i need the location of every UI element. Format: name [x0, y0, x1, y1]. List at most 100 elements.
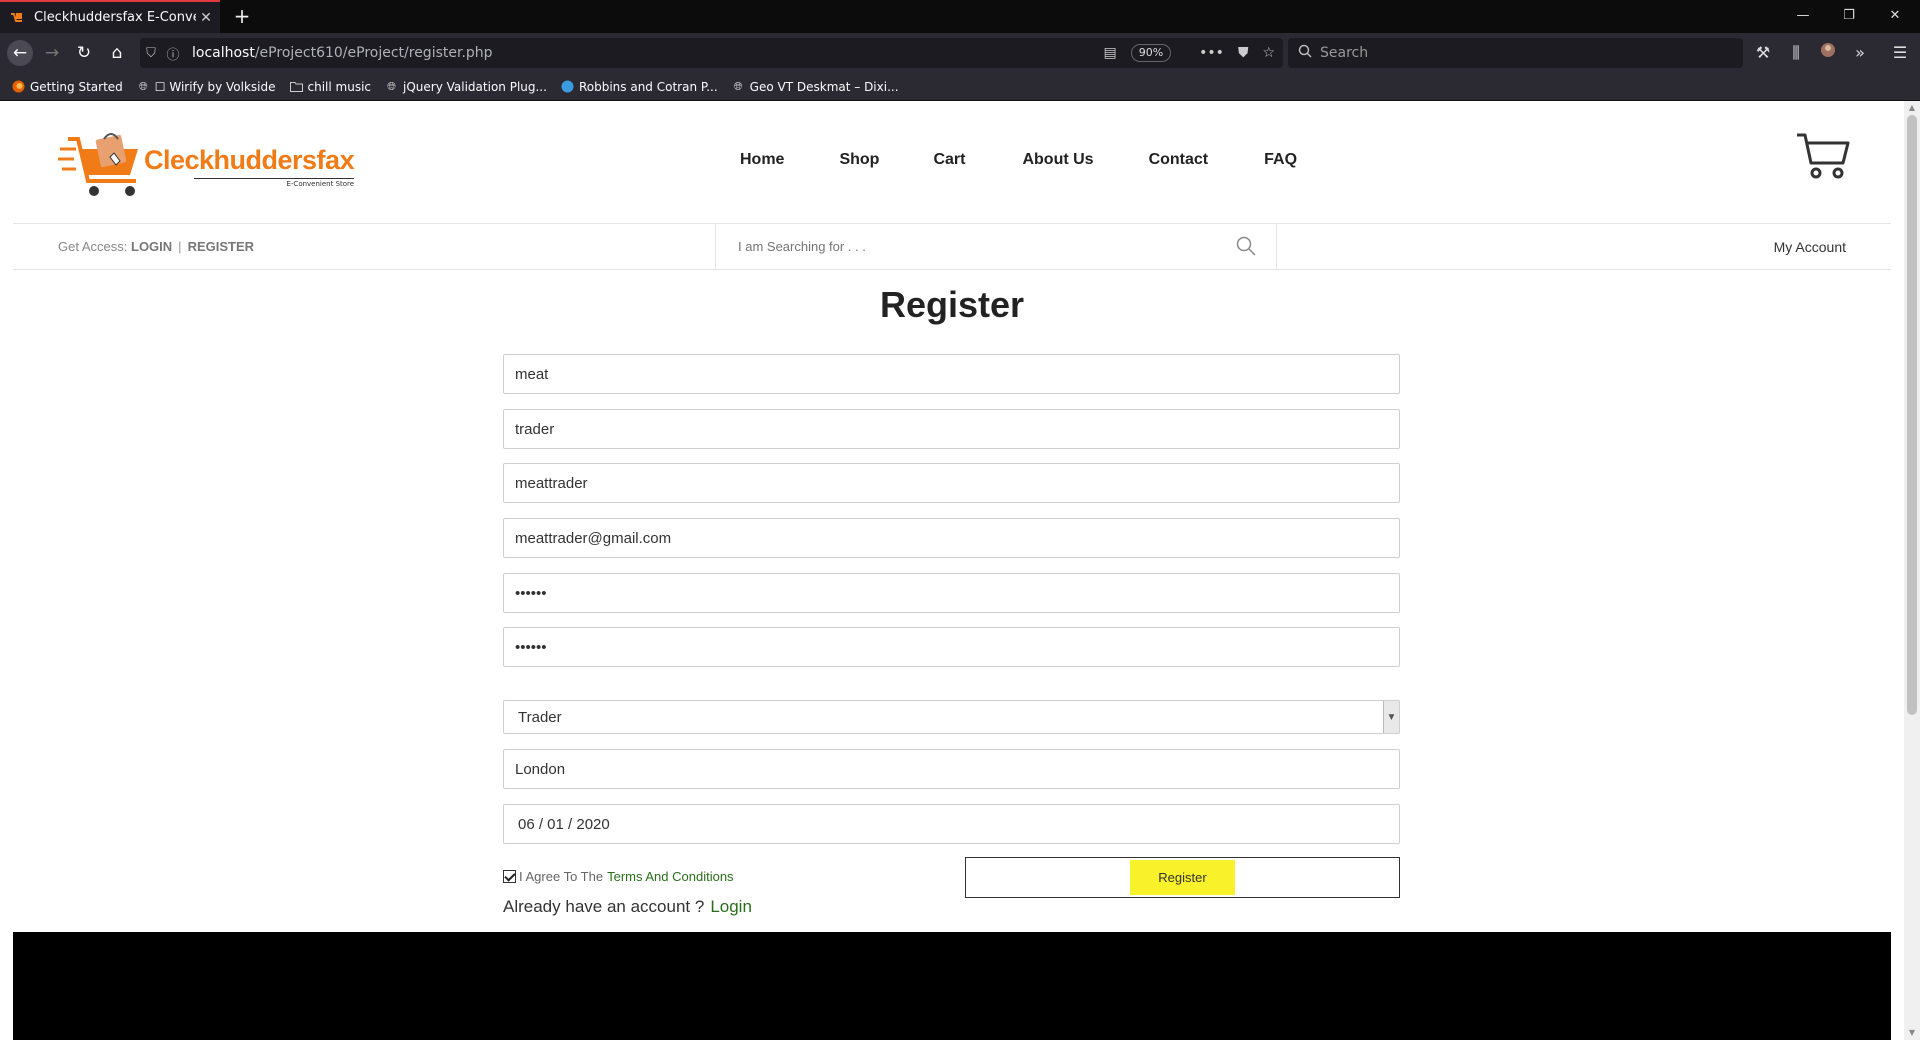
divider [715, 224, 716, 269]
already-have-account: Already have an account ? Login [503, 897, 752, 917]
city-input[interactable] [503, 749, 1400, 789]
bookmark-label: chill music [307, 79, 372, 94]
window-close-icon[interactable]: ✕ [1872, 0, 1918, 33]
register-button[interactable]: Register [965, 857, 1400, 898]
site-search [738, 224, 1278, 269]
browser-toolbar: ← → ↻ ⌂ ⛉ ⓘ localhost/eProject610/eProje… [0, 33, 1920, 73]
utility-bar: Get Access: LOGIN|REGISTER My Account [13, 223, 1891, 270]
bookmark-item[interactable]: 🌐︎ ☐ Wirify by Volkside [137, 80, 276, 94]
nav-cart[interactable]: Cart [933, 151, 965, 169]
bookmark-item[interactable]: 🌐︎ jQuery Validation Plug... [385, 80, 547, 94]
bookmark-item[interactable]: 🌐︎ Geo VT Deskmat – Dixi... [732, 80, 899, 94]
login-link[interactable]: Login [710, 897, 752, 916]
role-select[interactable]: Trader ▼ [503, 700, 1400, 734]
bookmark-folder[interactable]: chill music [289, 79, 372, 94]
shield-icon[interactable]: ⛉ [140, 46, 162, 61]
home-icon[interactable]: ⌂ [104, 40, 130, 66]
bookmark-item[interactable]: Robbins and Cotran P... [561, 80, 718, 94]
globe-icon: 🌐︎ [138, 79, 148, 93]
zoom-level[interactable]: 90% [1130, 44, 1172, 62]
browser-search-input[interactable]: Search [1288, 38, 1743, 68]
nav-faq[interactable]: FAQ [1264, 151, 1297, 169]
terms-agreement: I Agree To The Terms And Conditions [503, 869, 734, 884]
register-button-label: Register [1130, 860, 1235, 895]
pocket-icon[interactable]: ⛊ [1238, 45, 1249, 61]
password-input[interactable] [503, 573, 1400, 613]
web-page: Cleckhuddersfax E-Convenient Store Home … [0, 101, 1904, 1040]
browser-tab[interactable]: Cleckhuddersfax E-Convenient ✕ [0, 0, 220, 33]
date-input[interactable]: 06 / 01 / 2020 [503, 804, 1400, 844]
bookmarks-bar: Getting Started 🌐︎ ☐ Wirify by Volkside … [0, 73, 1920, 101]
firefox-icon [12, 80, 25, 93]
access-label: Get Access: [58, 239, 128, 254]
bookmark-label: Robbins and Cotran P... [578, 79, 718, 94]
account-avatar-icon[interactable] [1815, 40, 1841, 66]
search-icon[interactable] [1236, 236, 1256, 256]
agree-checkbox[interactable] [503, 870, 516, 883]
email-input[interactable] [503, 518, 1400, 558]
nav-contact[interactable]: Contact [1149, 151, 1209, 169]
nav-about-us[interactable]: About Us [1022, 151, 1093, 169]
tab-close-icon[interactable]: ✕ [196, 10, 216, 26]
main-nav: Home Shop Cart About Us Contact FAQ [740, 151, 1297, 169]
page-title: Register [879, 284, 1025, 325]
username-input[interactable] [503, 463, 1400, 503]
hamburger-menu-icon[interactable]: ☰ [1887, 40, 1913, 66]
overflow-chevrons-icon[interactable]: » [1847, 40, 1873, 66]
folder-icon [289, 80, 303, 93]
logo-tagline: E-Convenient Store [194, 177, 355, 188]
back-icon[interactable]: ← [7, 40, 33, 66]
wrench-icon[interactable]: ⚒ [1750, 40, 1776, 66]
site-search-input[interactable] [738, 239, 1218, 254]
chevron-down-icon[interactable]: ▼ [1383, 701, 1399, 733]
bookmark-star-icon[interactable]: ☆ [1262, 45, 1275, 61]
new-tab-icon[interactable]: + [230, 4, 254, 28]
my-account-link[interactable]: My Account [1774, 239, 1846, 255]
logo-name: Cleckhuddersfax [144, 144, 355, 175]
minimize-icon[interactable]: — [1780, 0, 1826, 33]
page-scrollbar[interactable]: ▲ ▼ [1904, 101, 1920, 1040]
bookmark-item[interactable]: Getting Started [12, 80, 123, 94]
globe-icon [561, 80, 574, 93]
bookmark-label: jQuery Validation Plug... [403, 79, 547, 94]
info-icon[interactable]: ⓘ [162, 44, 184, 63]
restore-icon[interactable]: ❐ [1826, 0, 1872, 33]
first-name-input[interactable] [503, 354, 1400, 394]
reader-view-icon[interactable]: ▤ [1103, 45, 1116, 61]
bookmark-label: Geo VT Deskmat – Dixi... [749, 79, 899, 94]
register-link[interactable]: REGISTER [188, 239, 254, 254]
url-host: localhost [192, 45, 255, 61]
last-name-input[interactable] [503, 409, 1400, 449]
date-value: 06 / 01 / 2020 [518, 815, 610, 833]
nav-shop[interactable]: Shop [839, 151, 879, 169]
logo-cart-icon [58, 131, 148, 201]
reload-icon[interactable]: ↻ [71, 40, 97, 66]
nav-home[interactable]: Home [740, 151, 784, 169]
browser-tab-bar: Cleckhuddersfax E-Convenient ✕ + — ❐ ✕ [0, 0, 1920, 33]
page-actions-icon[interactable]: ••• [1199, 45, 1224, 61]
url-bar[interactable]: ⛉ ⓘ localhost/eProject610/eProject/regis… [140, 38, 1283, 68]
login-link[interactable]: LOGIN [131, 239, 172, 254]
search-icon [1298, 44, 1312, 62]
bookmark-label: Getting Started [30, 79, 123, 94]
divider [1276, 224, 1277, 269]
site-favicon-icon [10, 11, 24, 25]
library-icon[interactable]: ⫼ [1783, 40, 1809, 66]
scrollbar-thumb[interactable] [1907, 115, 1917, 715]
terms-link[interactable]: Terms And Conditions [607, 869, 733, 884]
forward-icon[interactable]: → [39, 40, 65, 66]
bookmark-label: ☐ Wirify by Volkside [154, 79, 276, 94]
site-logo[interactable]: Cleckhuddersfax E-Convenient Store [58, 131, 355, 201]
confirm-password-input[interactable] [503, 627, 1400, 667]
role-select-value: Trader [518, 708, 562, 726]
page-footer [13, 932, 1891, 1040]
scroll-up-icon[interactable]: ▲ [1904, 101, 1920, 115]
globe-icon: 🌐︎ [733, 79, 743, 93]
tab-title: Cleckhuddersfax E-Convenient [34, 10, 196, 25]
shopping-cart-icon[interactable] [1795, 129, 1851, 181]
access-links: Get Access: LOGIN | REGISTER [58, 239, 255, 254]
globe-icon: 🌐︎ [387, 79, 396, 93]
agree-text: I Agree To The [519, 869, 604, 884]
already-text: Already have an account ? [503, 897, 705, 916]
scroll-down-icon[interactable]: ▼ [1904, 1026, 1920, 1040]
